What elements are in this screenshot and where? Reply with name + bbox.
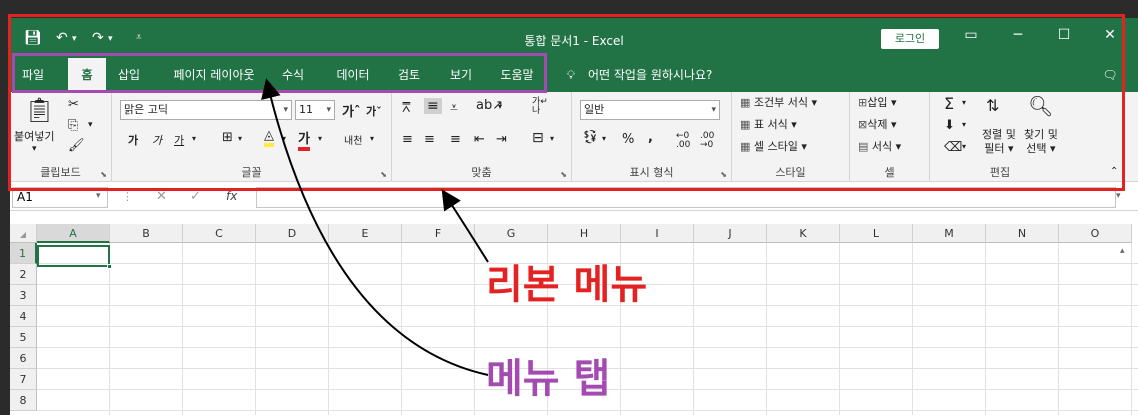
menu-tab-annotation: 메뉴 탭 (486, 356, 611, 402)
screenshot: 💾︎ ↶ ▾ ↷ ▾ ⩡ 통합 문서1 - Excel 로그인 ▭ ─ ☐ ✕ … (0, 0, 1138, 415)
ribbon-arrow (441, 189, 489, 263)
tab-arrow (261, 78, 489, 376)
ribbon-menu-annotation: 리본 메뉴 (486, 262, 648, 308)
